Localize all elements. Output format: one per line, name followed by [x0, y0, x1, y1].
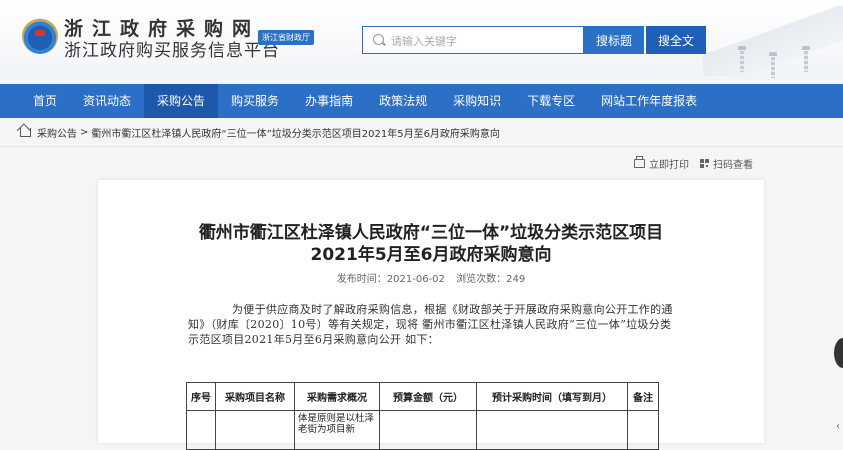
search-box	[362, 26, 584, 55]
print-label: 立即打印	[649, 160, 689, 171]
search-fulltext-button[interactable]: 搜全文	[646, 26, 706, 54]
nav-item[interactable]: 网站工作年度报表	[588, 84, 710, 118]
main-nav: 首页 资讯动态 采购公告 购买服务 办事指南 政策法规 采购知识 下载专区 网站工作年度报表	[0, 84, 843, 118]
article-title: 衢州市衢江区杜泽镇人民政府“三位一体”垃圾分类示范区项目 2021年5月至6月政…	[98, 222, 764, 266]
table-cell: 体是原则是以杜泽老街为项目新	[294, 410, 380, 450]
table-header-cell: 序号	[186, 382, 216, 411]
nav-item[interactable]: 办事指南	[292, 84, 366, 118]
site-subname[interactable]: 浙江政府购买服务信息平台	[64, 36, 280, 61]
publish-time: 发布时间：2021-06-02	[336, 274, 445, 285]
article-card: 衢州市衢江区杜泽镇人民政府“三位一体”垃圾分类示范区项目 2021年5月至6月政…	[98, 180, 764, 450]
nav-item[interactable]: 政策法规	[366, 84, 440, 118]
nav-item[interactable]: 采购知识	[440, 84, 514, 118]
side-float-button[interactable]	[834, 338, 843, 368]
breadcrumb-current[interactable]: 衢州市衢江区杜泽镇人民政府“三位一体”垃圾分类示范区项目2021年5月至6月政府…	[91, 125, 500, 140]
printer-icon	[634, 156, 645, 168]
pagoda-decoration-icon	[769, 52, 777, 78]
table-header-row: 序号 采购项目名称 采购需求概况 预算金额（元） 预计采购时间（填写到月） 备注	[186, 382, 659, 411]
table-cell	[186, 410, 216, 450]
article-meta: 发布时间：2021-06-02 浏览次数：249	[98, 270, 764, 285]
view-count: 浏览次数：249	[456, 274, 526, 285]
nav-item[interactable]: 首页	[20, 84, 70, 118]
table-header-cell: 备注	[627, 382, 659, 411]
article-title-line1: 衢州市衢江区杜泽镇人民政府“三位一体”垃圾分类示范区项目	[198, 223, 664, 243]
home-icon[interactable]	[20, 128, 31, 137]
table-header-cell: 预计采购时间（填写到月）	[476, 382, 628, 411]
table-row: 体是原则是以杜泽老街为项目新	[186, 410, 659, 450]
print-button[interactable]: 立即打印	[634, 156, 689, 171]
table-cell	[476, 410, 628, 450]
table-cell	[215, 410, 295, 450]
search-icon	[373, 34, 384, 45]
qr-code-icon	[700, 159, 709, 168]
article-body: 为便于供应商及时了解政府采购信息，根据《财政部关于开展政府采购意向公开工作的通知…	[188, 303, 673, 346]
pagoda-decoration-icon	[738, 46, 746, 72]
table-cell	[627, 410, 659, 450]
nav-item[interactable]: 下载专区	[514, 84, 588, 118]
table-header-cell: 采购项目名称	[215, 382, 295, 411]
nav-item[interactable]: 采购公告	[144, 84, 219, 118]
table-header-cell: 采购需求概况	[294, 382, 380, 411]
site-logo-icon[interactable]	[22, 18, 58, 54]
scroll-arrow-icon[interactable]: ‹	[836, 421, 840, 432]
nav-item[interactable]: 购买服务	[218, 84, 292, 118]
divider	[0, 146, 843, 147]
search-title-button[interactable]: 搜标题	[584, 26, 644, 54]
nav-item[interactable]: 资讯动态	[70, 84, 144, 118]
table-cell	[379, 410, 477, 450]
breadcrumb-separator: >	[80, 127, 89, 138]
gov-badge: 浙江省财政厅	[258, 30, 314, 45]
scan-label: 扫码查看	[713, 160, 753, 171]
search-input[interactable]	[389, 27, 583, 55]
pagoda-decoration-icon	[802, 46, 810, 72]
breadcrumb-root[interactable]: 采购公告	[37, 125, 77, 140]
article-title-line2: 2021年5月至6月政府采购意向	[310, 245, 552, 265]
site-header: 浙江政府采购网 浙江政府购买服务信息平台 浙江省财政厅 搜标题 搜全文	[0, 0, 843, 80]
scan-button[interactable]: 扫码查看	[700, 156, 753, 171]
procurement-table: 序号 采购项目名称 采购需求概况 预算金额（元） 预计采购时间（填写到月） 备注 体是原则…	[186, 382, 659, 450]
breadcrumb: 采购公告 > 衢州市衢江区杜泽镇人民政府“三位一体”垃圾分类示范区项目2021年…	[20, 125, 500, 140]
table-header-cell: 预算金额（元）	[379, 382, 477, 411]
